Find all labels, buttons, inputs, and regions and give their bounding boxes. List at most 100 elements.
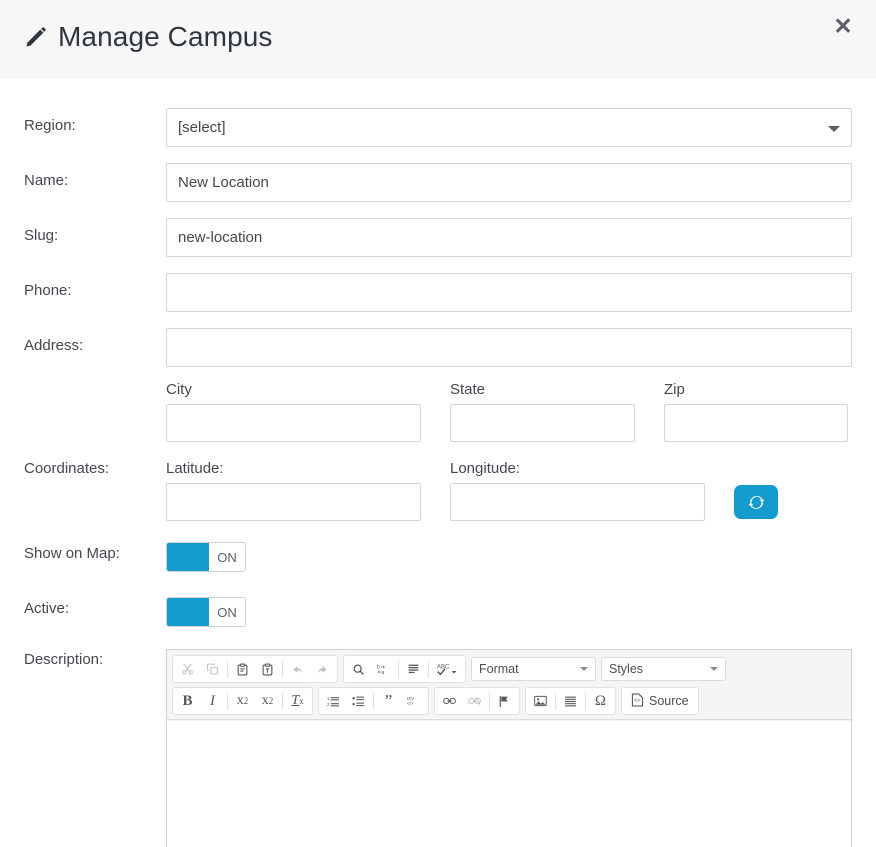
- field-row-region: Region: [select]: [24, 108, 852, 147]
- longitude-field-group: Longitude:: [450, 460, 705, 521]
- format-dropdown-label: Format: [479, 662, 519, 676]
- toolbar-separator: [398, 660, 399, 678]
- copy-icon[interactable]: [200, 657, 225, 681]
- city-state-zip-row: City State Zip: [166, 381, 852, 442]
- slug-input[interactable]: [166, 218, 852, 257]
- subscript-icon[interactable]: x2: [230, 689, 255, 713]
- address-label: Address:: [24, 337, 84, 354]
- svg-text:<>: <>: [634, 698, 640, 704]
- svg-text:DIV: DIV: [407, 696, 414, 701]
- field-row-description: Description: b a ABC Format Styles B I x…: [24, 649, 852, 847]
- paste-icon[interactable]: [230, 657, 255, 681]
- toolbar-separator: [489, 692, 490, 710]
- link-icon[interactable]: [437, 689, 462, 713]
- source-button-label: Source: [649, 694, 689, 708]
- bold-icon[interactable]: B: [175, 689, 200, 713]
- italic-icon[interactable]: I: [200, 689, 225, 713]
- toolbar-separator: [373, 692, 374, 710]
- toolbar-separator: [227, 660, 228, 678]
- name-label: Name:: [24, 172, 69, 189]
- state-input[interactable]: [450, 404, 635, 442]
- paste-text-icon[interactable]: [255, 657, 280, 681]
- description-label: Description:: [24, 651, 104, 668]
- toolbar-separator: [282, 660, 283, 678]
- field-row-phone: Phone:: [24, 273, 852, 312]
- blockquote-icon[interactable]: ”: [376, 689, 401, 713]
- name-input[interactable]: [166, 163, 852, 202]
- close-icon[interactable]: ✕: [828, 11, 858, 41]
- replace-icon[interactable]: b a: [371, 657, 396, 681]
- editor-toolbar-row-2: B I x2 x2 Tx 1 2 ” DIV </> Ω <> Source: [172, 687, 846, 715]
- editor-toolbar-row-1: b a ABC Format Styles: [172, 655, 846, 683]
- zip-label: Zip: [664, 381, 685, 398]
- latitude-label: Latitude:: [166, 460, 224, 477]
- undo-icon[interactable]: [285, 657, 310, 681]
- select-all-icon[interactable]: [401, 657, 426, 681]
- longitude-label: Longitude:: [450, 460, 521, 477]
- latitude-input[interactable]: [166, 483, 421, 521]
- div-container-icon[interactable]: DIV </>: [401, 689, 426, 713]
- superscript-icon[interactable]: x2: [255, 689, 280, 713]
- region-select[interactable]: [select]: [166, 108, 852, 147]
- city-field-group: City: [166, 381, 421, 442]
- numbered-list-icon[interactable]: 1 2: [321, 689, 346, 713]
- field-row-active: Active: ON: [24, 594, 852, 631]
- slug-label: Slug:: [24, 227, 59, 244]
- editing-group: b a ABC: [343, 655, 466, 683]
- anchor-icon[interactable]: [492, 689, 517, 713]
- links-group: [434, 687, 520, 715]
- source-group: <> Source: [621, 687, 699, 715]
- show-on-map-label: Show on Map:: [24, 545, 120, 562]
- cut-icon[interactable]: [175, 657, 200, 681]
- active-toggle[interactable]: ON: [166, 597, 246, 627]
- source-button[interactable]: <> Source: [624, 689, 696, 713]
- show-on-map-toggle[interactable]: ON: [166, 542, 246, 572]
- spellcheck-icon[interactable]: ABC: [431, 657, 463, 681]
- svg-text:a: a: [382, 670, 385, 676]
- city-input[interactable]: [166, 404, 421, 442]
- toolbar-separator: [282, 692, 283, 710]
- city-label: City: [166, 381, 192, 398]
- format-dropdown[interactable]: Format: [471, 657, 596, 681]
- field-row-show-on-map: Show on Map: ON: [24, 539, 852, 576]
- toolbar-separator: [227, 692, 228, 710]
- pencil-icon: [24, 26, 47, 49]
- region-label: Region:: [24, 117, 76, 134]
- active-label: Active:: [24, 600, 70, 617]
- bulleted-list-icon[interactable]: [346, 689, 371, 713]
- phone-label: Phone:: [24, 282, 72, 299]
- image-icon[interactable]: [528, 689, 553, 713]
- refresh-coordinates-button[interactable]: [734, 485, 778, 519]
- refresh-icon: [748, 494, 765, 511]
- state-label: State: [450, 381, 486, 398]
- paragraph-group: 1 2 ” DIV </>: [318, 687, 429, 715]
- show-on-map-toggle-knob: [167, 543, 209, 571]
- field-row-name: Name:: [24, 163, 852, 202]
- modal-header: Manage Campus ✕: [0, 0, 876, 78]
- styles-dropdown[interactable]: Styles: [601, 657, 726, 681]
- insert-group: Ω: [525, 687, 616, 715]
- remove-format-icon[interactable]: Tx: [285, 689, 310, 713]
- modal-body: Region: [select] Name: Slug: Phone: Addr…: [0, 108, 876, 847]
- rich-text-editor: b a ABC Format Styles B I x 2 x 2 T x 1 …: [166, 649, 852, 847]
- redo-icon[interactable]: [310, 657, 335, 681]
- zip-field-group: Zip: [664, 381, 848, 442]
- svg-text:2: 2: [327, 701, 330, 706]
- styles-dropdown-label: Styles: [609, 662, 644, 676]
- editor-content-area[interactable]: [167, 720, 851, 847]
- address-input[interactable]: [166, 328, 852, 367]
- editor-toolbar: b a ABC Format Styles B I x 2 x 2 T x 1 …: [167, 650, 851, 720]
- basic-styles-group: B I x2 x2 Tx: [172, 687, 313, 715]
- chevron-down-icon: [580, 667, 588, 671]
- phone-input[interactable]: [166, 273, 852, 312]
- horizontal-rule-icon[interactable]: [558, 689, 583, 713]
- coordinates-label: Coordinates:: [24, 460, 110, 477]
- unlink-icon[interactable]: [462, 689, 487, 713]
- zip-input[interactable]: [664, 404, 848, 442]
- longitude-input[interactable]: [450, 483, 705, 521]
- latitude-field-group: Latitude:: [166, 460, 421, 521]
- page-title-text: Manage Campus: [58, 21, 273, 52]
- special-char-icon[interactable]: Ω: [588, 689, 613, 713]
- state-field-group: State: [450, 381, 635, 442]
- find-icon[interactable]: [346, 657, 371, 681]
